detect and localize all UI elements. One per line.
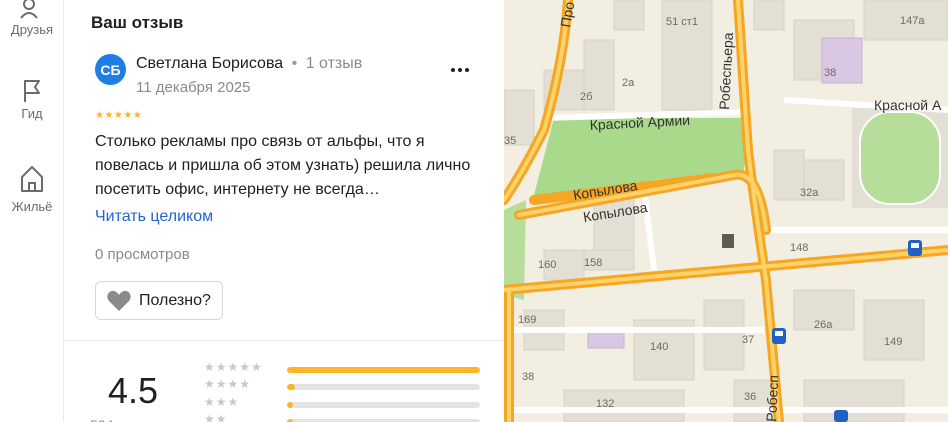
author-separator: • — [291, 55, 298, 72]
home-icon — [21, 166, 43, 192]
bus-stop-icon[interactable] — [908, 240, 922, 256]
house-number: 140 — [650, 341, 668, 353]
house-number: 148 — [790, 242, 808, 254]
review-stars: ★★★★★ — [95, 110, 143, 121]
more-dot-icon — [458, 68, 462, 72]
author-name[interactable]: Светлана Борисова — [136, 55, 283, 72]
heart-icon — [107, 290, 131, 311]
house-number: 26а — [814, 319, 833, 331]
house-number: 2б — [580, 91, 592, 103]
review-date: 11 декабря 2025 — [136, 79, 251, 96]
map-canvas[interactable]: Красной Армии Копылова Копылова Робеспье… — [504, 0, 948, 422]
rail-item-housing[interactable]: Жильё — [0, 163, 64, 214]
rail-label-guide: Гид — [21, 106, 43, 121]
ratings-count: 524 — [90, 417, 113, 422]
house-number: 158 — [584, 257, 602, 269]
map-view[interactable]: Красной Армии Копылова Копылова Робеспье… — [504, 0, 948, 422]
author-line: Светлана Борисова • 1 отзыв — [136, 55, 362, 73]
house-number: 149 — [884, 336, 902, 348]
flag-icon — [24, 80, 40, 102]
chess-tower-icon[interactable] — [722, 234, 734, 248]
left-rail: Друзья Гид Жильё — [0, 0, 64, 422]
house-number: 32а — [800, 187, 819, 199]
review-panel: Ваш отзыв СБ Светлана Борисова • 1 отзыв… — [64, 0, 504, 422]
bus-stop-icon[interactable] — [834, 410, 848, 422]
distribution-stars: ★★★★ — [204, 377, 252, 391]
street-label: Робесп — [763, 375, 781, 422]
friends-icon — [20, 0, 38, 19]
author-review-count: 1 отзыв — [305, 55, 363, 72]
views-count: 0 просмотров — [95, 246, 190, 263]
house-number: 51 ст1 — [666, 16, 698, 28]
house-number: 160 — [538, 259, 556, 271]
rail-label-housing: Жильё — [11, 199, 53, 214]
overall-rating: 4.5 — [108, 370, 159, 411]
avatar[interactable]: СБ — [95, 54, 126, 85]
more-dot-icon — [465, 68, 469, 72]
more-dot-icon — [451, 68, 455, 72]
distribution-bar — [287, 402, 480, 408]
house-number: 169 — [518, 314, 536, 326]
section-title: Ваш отзыв — [91, 13, 184, 32]
review-text: Столько рекламы про связь от альфы, что … — [95, 133, 471, 198]
distribution-stars: ★★ — [204, 412, 228, 422]
distribution-stars: ★★★ — [204, 395, 240, 409]
bus-stop-icon[interactable] — [772, 328, 786, 344]
read-more-link[interactable]: Читать целиком — [95, 208, 213, 226]
rating-distribution-row: ★★★★★ — [204, 360, 504, 376]
house-number: 38 — [824, 67, 836, 79]
rail-label-friends: Друзья — [10, 22, 54, 37]
house-number: 132 — [596, 398, 614, 410]
rating-distribution-row: ★★ — [204, 412, 504, 422]
useful-button[interactable]: Полезно? — [95, 281, 223, 320]
street-label: Красной А — [874, 97, 942, 113]
rail-item-guide[interactable]: Гид — [0, 78, 64, 121]
rail-item-friends[interactable]: Друзья — [0, 0, 64, 37]
distribution-bar — [287, 384, 480, 390]
useful-label: Полезно? — [139, 291, 211, 309]
house-number: 2а — [622, 77, 635, 89]
house-number: 37 — [742, 334, 754, 346]
rating-distribution-row: ★★★ — [204, 395, 504, 411]
divider — [64, 340, 504, 341]
distribution-bar — [287, 367, 480, 373]
house-number: 35 — [504, 135, 516, 147]
more-options-button[interactable] — [446, 58, 474, 82]
rating-distribution-row: ★★★★ — [204, 377, 504, 393]
house-number: 147а — [900, 15, 925, 27]
house-number: 36 — [744, 391, 756, 403]
distribution-stars: ★★★★★ — [204, 360, 263, 374]
house-number: 38 — [522, 371, 534, 383]
